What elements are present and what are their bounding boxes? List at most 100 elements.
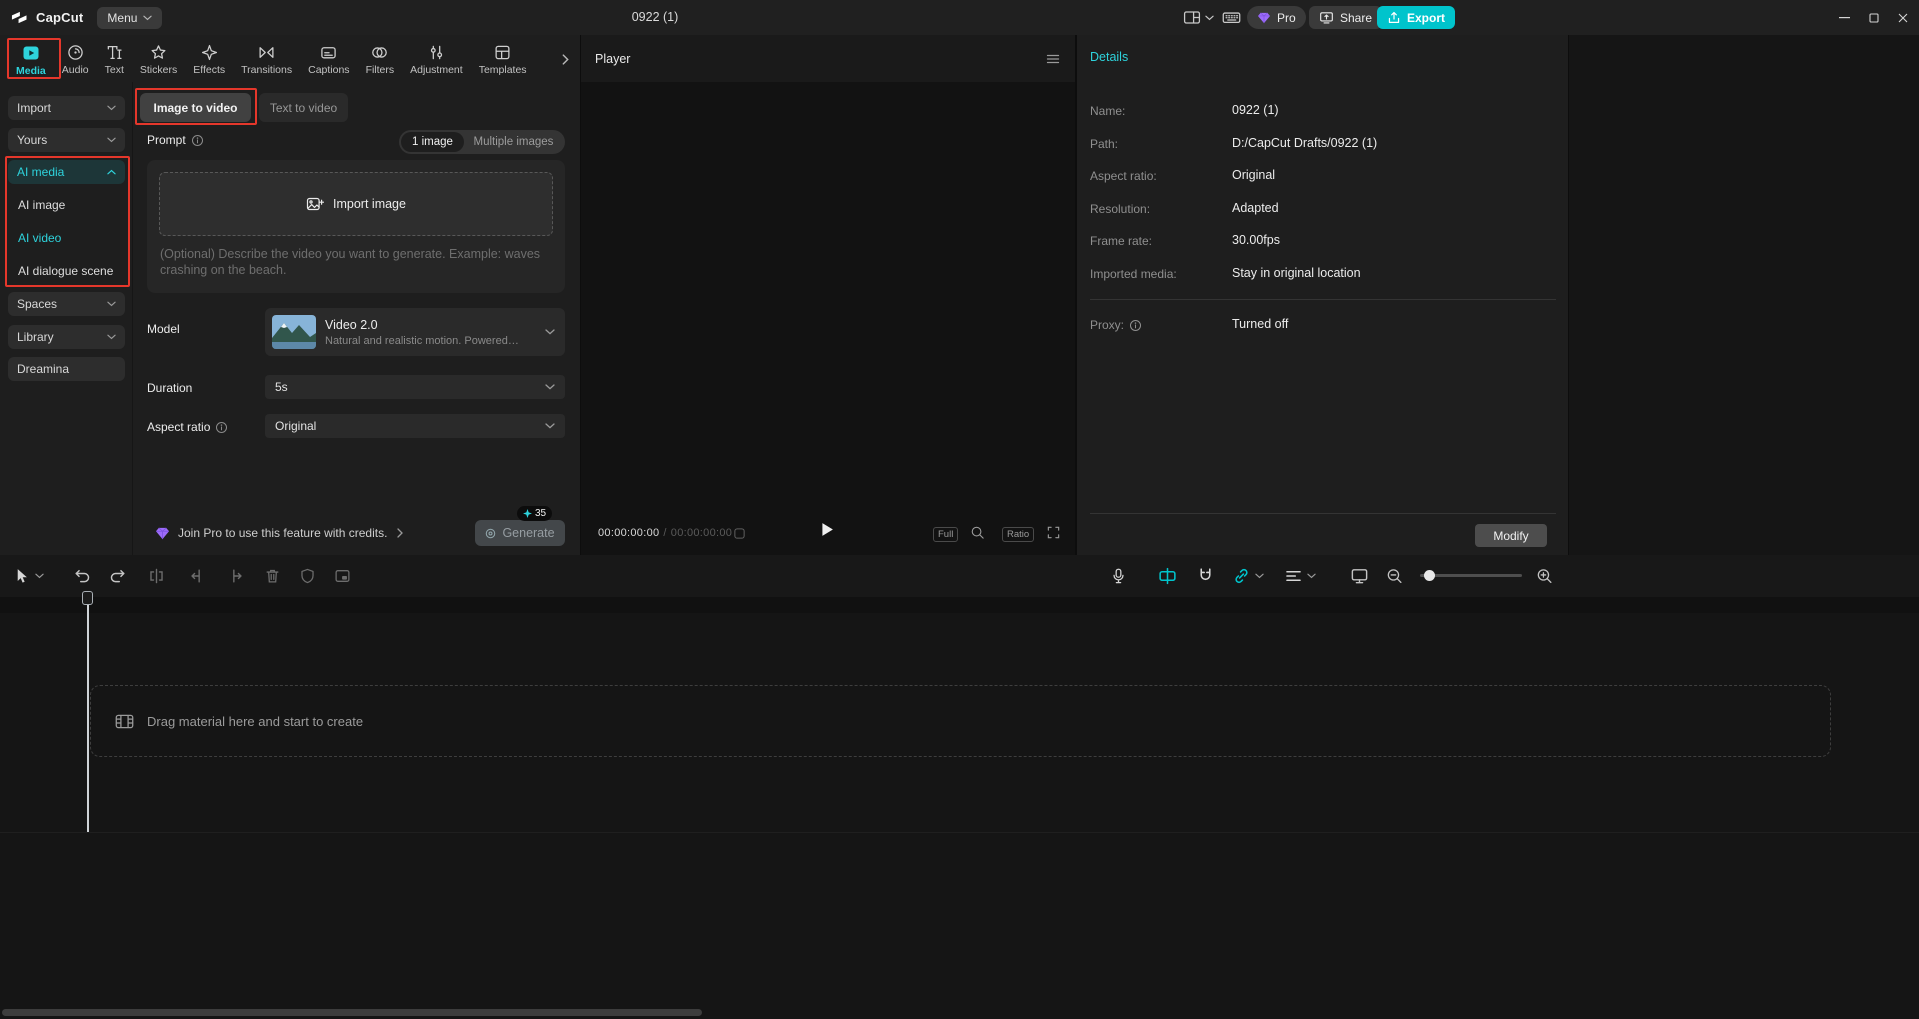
tab-captions[interactable]: Captions	[300, 44, 357, 76]
image-to-video-button[interactable]: Image to video	[140, 93, 251, 122]
chevron-down-icon	[107, 137, 116, 143]
timeline-zoom-slider[interactable]	[1420, 574, 1522, 577]
sidebar-item-ai-video[interactable]: AI video	[8, 226, 125, 250]
preview-axis-icon[interactable]	[1158, 567, 1177, 586]
maximize-button[interactable]	[1859, 0, 1888, 35]
fullscreen-icon[interactable]	[1046, 525, 1061, 540]
text-icon	[106, 44, 123, 61]
delete-icon[interactable]	[264, 568, 281, 585]
audio-icon	[67, 44, 84, 61]
mask-shield-icon[interactable]	[299, 568, 316, 585]
sidebar-item-label: Spaces	[17, 297, 57, 311]
track-options-icon[interactable]	[1284, 567, 1303, 586]
tab-filters[interactable]: Filters	[358, 44, 403, 76]
zoom-in-icon[interactable]	[1536, 568, 1553, 585]
film-media-icon	[115, 713, 134, 730]
panel-layout-button[interactable]	[1183, 0, 1214, 35]
player-header: Player	[581, 35, 1075, 82]
sticker-star-icon	[150, 44, 167, 61]
chevron-down-icon[interactable]	[1307, 573, 1316, 579]
text-to-video-button[interactable]: Text to video	[259, 93, 348, 122]
microphone-icon[interactable]	[1110, 568, 1127, 585]
select-tool-icon[interactable]	[14, 568, 31, 585]
sidebar-item-library[interactable]: Library	[8, 325, 125, 349]
pro-button[interactable]: Pro	[1247, 6, 1306, 29]
detail-value: Adapted	[1232, 201, 1279, 215]
trim-right-icon[interactable]	[228, 568, 245, 585]
sidebar-item-label: Import	[17, 101, 51, 115]
modify-button[interactable]: Modify	[1475, 524, 1547, 547]
share-label: Share	[1340, 11, 1372, 25]
app-logo: CapCut	[10, 9, 83, 26]
zoom-out-icon[interactable]	[1386, 568, 1403, 585]
sidebar-item-ai-media[interactable]: AI media	[8, 160, 125, 184]
tab-text[interactable]: Text	[97, 44, 132, 76]
minimize-button[interactable]	[1830, 0, 1859, 35]
import-image-dropzone[interactable]: Import image	[159, 172, 553, 236]
player-menu-icon[interactable]	[1045, 51, 1061, 67]
media-sidebar: Import Yours AI media AI image AI video …	[0, 82, 133, 555]
sidebar-item-ai-dialogue-scene[interactable]: AI dialogue scene	[8, 259, 125, 283]
cover-display-icon[interactable]	[1350, 567, 1369, 586]
tab-templates[interactable]: Templates	[471, 44, 535, 76]
zoom-slider-knob[interactable]	[1424, 570, 1435, 581]
keyboard-shortcuts-button[interactable]	[1222, 0, 1241, 35]
detail-row-frame-rate: Frame rate: 30.00fps	[1090, 234, 1556, 251]
sidebar-item-label: Library	[17, 330, 54, 344]
window-controls	[1830, 0, 1917, 35]
chevron-down-icon[interactable]	[35, 573, 44, 579]
frame-view-icon[interactable]	[733, 527, 746, 540]
timeline-area[interactable]: Drag material here and start to create	[0, 597, 1919, 1019]
play-button[interactable]	[821, 522, 834, 537]
detail-label: Aspect ratio:	[1090, 169, 1157, 183]
aspect-ratio-value: Original	[275, 419, 316, 433]
sidebar-item-dreamina[interactable]: Dreamina	[8, 357, 125, 381]
more-tabs-button[interactable]	[557, 49, 573, 69]
model-label: Model	[147, 322, 180, 336]
multiple-images-option[interactable]: Multiple images	[464, 136, 563, 148]
playhead-handle[interactable]	[82, 591, 93, 605]
redo-icon[interactable]	[108, 567, 126, 585]
duration-selector[interactable]: 5s	[265, 375, 565, 399]
captions-icon	[320, 44, 337, 61]
tab-media[interactable]: Media	[8, 44, 54, 77]
aspect-ratio-label: Aspect ratio	[147, 420, 228, 434]
prompt-label: Prompt	[147, 133, 186, 147]
chevron-down-icon[interactable]	[1255, 573, 1264, 579]
sidebar-item-yours[interactable]: Yours	[8, 128, 125, 152]
full-preview-button[interactable]: Full	[933, 527, 958, 542]
sidebar-item-import[interactable]: Import	[8, 96, 125, 120]
detail-value: D:/CapCut Drafts/0922 (1)	[1232, 136, 1377, 150]
overlay-pip-icon[interactable]	[334, 568, 351, 585]
close-button[interactable]	[1888, 0, 1917, 35]
trim-left-icon[interactable]	[188, 568, 205, 585]
tab-audio[interactable]: Audio	[54, 44, 97, 76]
sidebar-item-ai-image[interactable]: AI image	[8, 193, 125, 217]
aspect-ratio-selector[interactable]: Original	[265, 414, 565, 438]
undo-icon[interactable]	[74, 567, 92, 585]
horizontal-scrollbar[interactable]	[2, 1009, 702, 1016]
model-selector[interactable]: Video 2.0 Natural and realistic motion. …	[265, 308, 565, 356]
menu-button[interactable]: Menu	[97, 7, 162, 29]
one-image-option[interactable]: 1 image	[401, 132, 464, 152]
timeline-ruler[interactable]	[0, 597, 1919, 613]
share-button[interactable]: Share	[1309, 6, 1382, 29]
tab-adjustment[interactable]: Adjustment	[402, 44, 471, 76]
ratio-button[interactable]: Ratio	[1002, 527, 1034, 542]
zoom-fit-icon[interactable]	[970, 525, 985, 540]
snapping-magnet-icon[interactable]	[1196, 567, 1215, 586]
sidebar-item-spaces[interactable]: Spaces	[8, 292, 125, 316]
tab-transitions[interactable]: Transitions	[233, 44, 300, 76]
export-icon	[1387, 11, 1401, 25]
linking-icon[interactable]	[1232, 567, 1251, 586]
tab-stickers[interactable]: Stickers	[132, 44, 185, 76]
export-button[interactable]: Export	[1377, 6, 1455, 29]
prompt-box[interactable]: Import image (Optional) Describe the vid…	[147, 160, 565, 293]
info-icon	[1129, 319, 1142, 332]
drag-material-dropzone[interactable]: Drag material here and start to create	[90, 685, 1831, 757]
split-icon[interactable]	[148, 568, 165, 585]
tab-effects[interactable]: Effects	[185, 44, 233, 76]
generate-button[interactable]: Generate	[475, 520, 565, 546]
join-pro-link[interactable]: Join Pro to use this feature with credit…	[155, 518, 403, 548]
chevron-down-icon	[1205, 15, 1214, 21]
